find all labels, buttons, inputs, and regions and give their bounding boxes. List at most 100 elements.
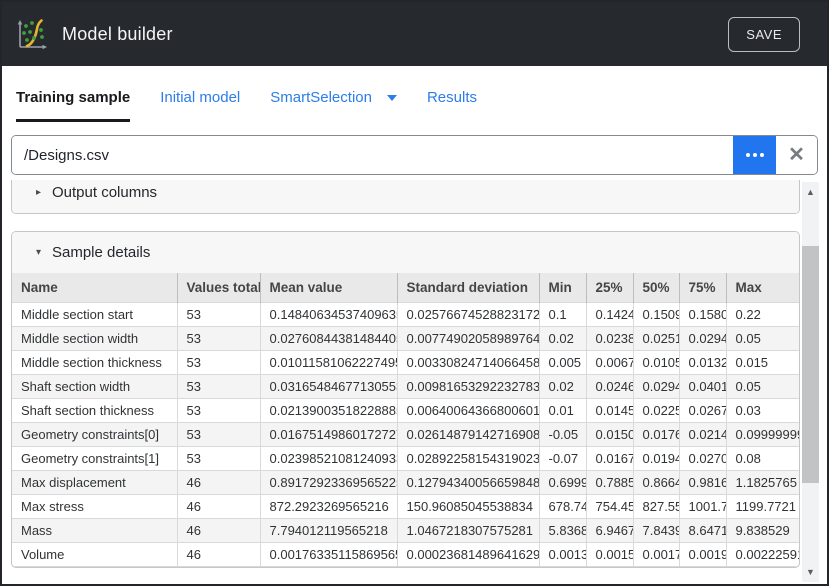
table-cell: 0.01 bbox=[539, 399, 586, 423]
table-row: Mass467.7940121195652181.046721830757528… bbox=[12, 519, 799, 543]
table-cell: 0.05 bbox=[726, 327, 799, 351]
table-cell: 0.01453 bbox=[586, 399, 633, 423]
table-cell: 0.0013 bbox=[539, 543, 586, 567]
table-cell: 0.15099 bbox=[633, 303, 679, 327]
table-cell: 46 bbox=[177, 471, 260, 495]
tab-results[interactable]: Results bbox=[427, 79, 477, 122]
column-header: 25% bbox=[586, 273, 633, 303]
scroll-down-icon[interactable]: ▼ bbox=[802, 564, 819, 580]
save-button[interactable]: SAVE bbox=[728, 17, 800, 52]
table-cell: Shaft section width bbox=[12, 375, 177, 399]
table-cell: 7.794012119565218 bbox=[260, 519, 397, 543]
table-cell: Geometry constraints[0] bbox=[12, 423, 177, 447]
table-cell: 0.00222591 bbox=[726, 543, 799, 567]
table-cell: 0.02145 bbox=[679, 423, 726, 447]
chevron-down-icon[interactable] bbox=[387, 95, 397, 101]
table-cell: 0.02398521081240933 bbox=[260, 447, 397, 471]
table-cell: 0.78853 bbox=[586, 471, 633, 495]
ellipsis-icon bbox=[753, 153, 757, 157]
table-cell: 0.00677 bbox=[586, 351, 633, 375]
scroll-up-icon[interactable]: ▲ bbox=[802, 184, 819, 200]
table-cell: 1199.7721 bbox=[726, 495, 799, 519]
table-cell: 0.02139003518228885 bbox=[260, 399, 397, 423]
page-title: Model builder bbox=[62, 24, 173, 45]
ellipsis-icon bbox=[760, 153, 764, 157]
table-cell: 0.026148791427169085 bbox=[397, 423, 539, 447]
tab-bar: Training sample Initial model SmartSelec… bbox=[2, 66, 827, 122]
tab-label: Initial model bbox=[160, 89, 240, 106]
table-cell: 0.01679 bbox=[586, 447, 633, 471]
table-cell: 0.00193 bbox=[679, 543, 726, 567]
table-cell: 0.01325 bbox=[679, 351, 726, 375]
table-cell: 0.03165484677130553 bbox=[260, 375, 397, 399]
tab-label: Training sample bbox=[16, 89, 130, 106]
table-cell: 0.12794340056659848 bbox=[397, 471, 539, 495]
table-cell: 0.86644 bbox=[633, 471, 679, 495]
table-cell: 6.94678 bbox=[586, 519, 633, 543]
table-cell: 0.007749020589897645 bbox=[397, 327, 539, 351]
table-cell: -0.07 bbox=[539, 447, 586, 471]
table-row: Shaft section thickness530.0213900351822… bbox=[12, 399, 799, 423]
table-cell: 0.01011581062227495 bbox=[260, 351, 397, 375]
vertical-scrollbar[interactable]: ▲ ▼ bbox=[802, 182, 819, 582]
file-input-group: ✕ bbox=[11, 135, 818, 175]
table-cell: 1.0467218307575281 bbox=[397, 519, 539, 543]
table-cell: 53 bbox=[177, 447, 260, 471]
table-cell: 0.028922581543190235 bbox=[397, 447, 539, 471]
tab-smartselection[interactable]: SmartSelection bbox=[270, 79, 397, 122]
tab-label: Results bbox=[427, 89, 477, 106]
table-header-row: NameValues totalMean valueStandard devia… bbox=[12, 273, 799, 303]
table-row: Geometry constraints[0]530.0167514986017… bbox=[12, 423, 799, 447]
sample-details-expander[interactable]: ▾ Sample details bbox=[12, 232, 799, 273]
table-cell: 0.00170 bbox=[633, 543, 679, 567]
table-cell: 0.02949 bbox=[633, 375, 679, 399]
table-cell: 0.22 bbox=[726, 303, 799, 327]
expanded-arrow-icon: ▾ bbox=[36, 247, 52, 258]
clear-button[interactable]: ✕ bbox=[776, 136, 817, 174]
table-cell: 0.006400643668006015 bbox=[397, 399, 539, 423]
title-bar: Model builder SAVE bbox=[2, 2, 827, 66]
table-cell: 0.02383 bbox=[586, 327, 633, 351]
table-cell: 0.02672 bbox=[679, 399, 726, 423]
table-cell: 0.1 bbox=[539, 303, 586, 327]
table-cell: 0.03 bbox=[726, 399, 799, 423]
table-row: Shaft section width530.03165484677130553… bbox=[12, 375, 799, 399]
table-cell: Geometry constraints[1] bbox=[12, 447, 177, 471]
table-cell: 53 bbox=[177, 351, 260, 375]
table-row: Max stress46872.2923269565216150.9608504… bbox=[12, 495, 799, 519]
table-cell: 0.01764 bbox=[633, 423, 679, 447]
file-path-input[interactable] bbox=[12, 136, 733, 174]
table-cell: 53 bbox=[177, 399, 260, 423]
table-cell: Max stress bbox=[12, 495, 177, 519]
table-cell: Middle section thickness bbox=[12, 351, 177, 375]
table-cell: 46 bbox=[177, 519, 260, 543]
scrollbar-thumb[interactable] bbox=[802, 246, 819, 483]
table-cell: 0.005 bbox=[539, 351, 586, 375]
ellipsis-icon bbox=[746, 153, 750, 157]
tab-label: SmartSelection bbox=[270, 89, 372, 106]
table-cell: 0.02 bbox=[539, 327, 586, 351]
table-cell: 0.89172923369565225 bbox=[260, 471, 397, 495]
table-row: Middle section start530.1484063453740963… bbox=[12, 303, 799, 327]
table-cell: 5.8368 bbox=[539, 519, 586, 543]
output-columns-expander[interactable]: ▸ Output columns bbox=[12, 180, 799, 213]
file-input-row: ✕ bbox=[11, 135, 818, 175]
tab-initial-model[interactable]: Initial model bbox=[160, 79, 240, 122]
table-cell: 0.14840634537409635 bbox=[260, 303, 397, 327]
browse-button[interactable] bbox=[733, 136, 776, 174]
table-cell: 53 bbox=[177, 375, 260, 399]
table-cell: 0.099999999999999 bbox=[726, 423, 799, 447]
panel-title: Sample details bbox=[52, 244, 150, 261]
table-row: Volume460.001763351158695650.00023681489… bbox=[12, 543, 799, 567]
table-cell: 0.01944 bbox=[633, 447, 679, 471]
table-cell: 46 bbox=[177, 495, 260, 519]
table-cell: 0.14249 bbox=[586, 303, 633, 327]
table-cell: 0.15806 bbox=[679, 303, 726, 327]
table-cell: 46 bbox=[177, 543, 260, 567]
chart-icon bbox=[14, 16, 50, 52]
tab-training-sample[interactable]: Training sample bbox=[16, 79, 130, 122]
column-header: Values total bbox=[177, 273, 260, 303]
table-cell: 0.01675149860172727 bbox=[260, 423, 397, 447]
table-cell: Max displacement bbox=[12, 471, 177, 495]
table-cell: 150.96085045538834 bbox=[397, 495, 539, 519]
